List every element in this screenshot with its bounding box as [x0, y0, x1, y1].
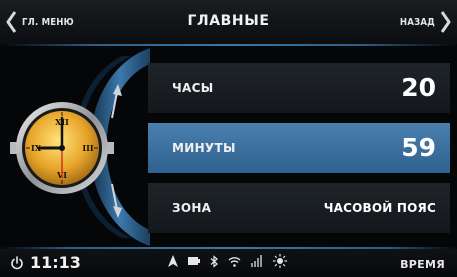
zone-value: ЧАСОВОЙ ПОЯС [323, 201, 436, 215]
brightness-icon [273, 254, 287, 268]
zone-label: ЗОНА [172, 201, 212, 215]
status-time: 11:13 [30, 253, 81, 272]
hours-value: 20 [401, 73, 436, 102]
clock-icon: XII III VI IX [10, 102, 114, 194]
minutes-row[interactable]: МИНУТЫ 59 [148, 123, 450, 173]
signal-icon [251, 255, 262, 267]
minutes-value: 59 [401, 133, 436, 162]
time-mode-button[interactable]: ВРЕМЯ [400, 258, 445, 271]
wifi-icon [228, 256, 241, 267]
numeral-3: III [82, 143, 93, 153]
hours-label: ЧАСЫ [172, 81, 214, 95]
bluetooth-icon [210, 254, 218, 268]
minutes-label: МИНУТЫ [172, 141, 236, 155]
analog-clock: XII III VI IX [8, 98, 116, 198]
power-icon[interactable] [10, 256, 24, 270]
hours-row[interactable]: ЧАСЫ 20 [148, 63, 450, 113]
status-icons [168, 254, 287, 268]
battery-icon [188, 257, 200, 265]
zone-row[interactable]: ЗОНА ЧАСОВОЙ ПОЯС [148, 183, 450, 233]
navigation-icon [168, 255, 178, 267]
page-title: ГЛАВНЫЕ [187, 13, 270, 29]
back-label: НАЗАД [399, 16, 435, 28]
top-bar: ГЛ. МЕНЮ ГЛАВНЫЕ НАЗАД [0, 0, 457, 44]
back-button[interactable]: НАЗАД [400, 10, 451, 34]
chevron-right-icon [441, 11, 451, 33]
